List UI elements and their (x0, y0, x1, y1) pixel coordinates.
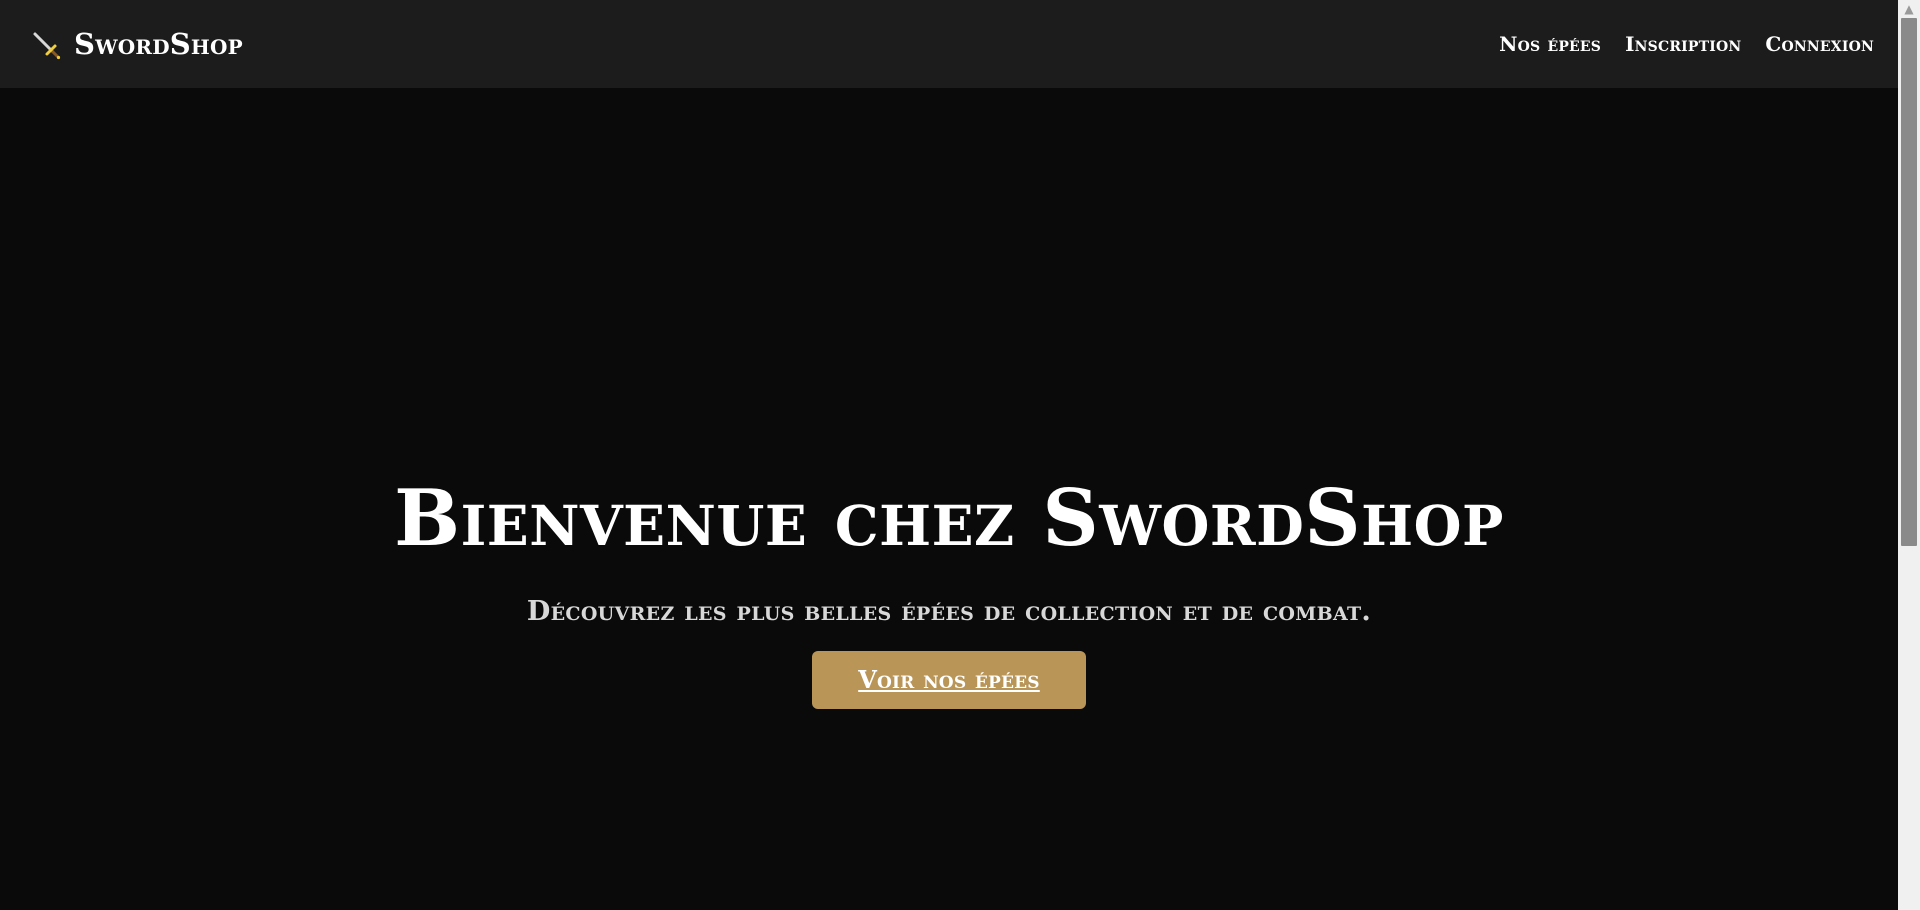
vertical-scrollbar[interactable]: ▲ (1898, 0, 1920, 910)
brand-link[interactable]: SwordShop (28, 27, 243, 61)
hero-subtitle: Découvrez les plus belles épées de colle… (526, 595, 1372, 627)
chevron-up-icon[interactable]: ▲ (1898, 0, 1920, 18)
view-swords-button[interactable]: Voir nos épées (812, 650, 1086, 709)
hero-title: Bienvenue chez SwordShop (394, 472, 1504, 564)
brand-name: SwordShop (74, 27, 243, 61)
nav-link-register[interactable]: Inscription (1625, 32, 1741, 56)
sword-icon (28, 27, 62, 61)
main-nav: Nos épées Inscription Connexion (1499, 32, 1874, 56)
nav-link-swords[interactable]: Nos épées (1499, 32, 1601, 56)
page: SwordShop Nos épées Inscription Connexio… (0, 0, 1920, 910)
nav-link-login[interactable]: Connexion (1765, 32, 1874, 56)
scrollbar-thumb[interactable] (1901, 18, 1917, 546)
hero-section: Bienvenue chez SwordShop Découvrez les p… (0, 88, 1898, 910)
top-navbar: SwordShop Nos épées Inscription Connexio… (0, 0, 1898, 88)
